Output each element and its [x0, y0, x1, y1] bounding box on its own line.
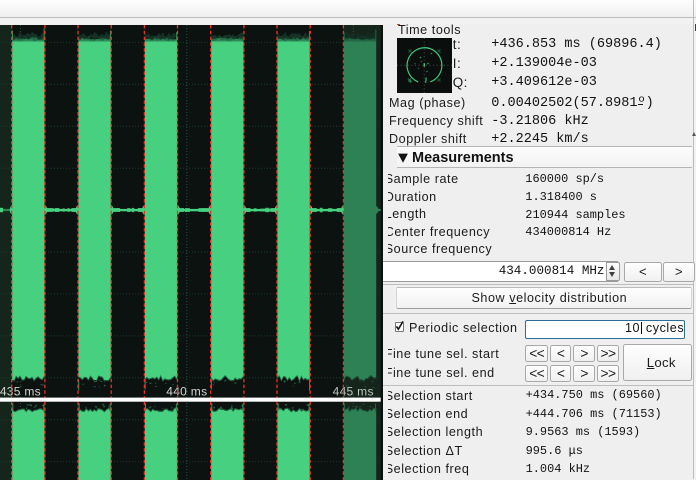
svg-text:440 ms: 440 ms	[166, 384, 207, 398]
svg-text:435 ms: 435 ms	[0, 384, 41, 398]
svg-text:445 ms: 445 ms	[333, 384, 374, 398]
